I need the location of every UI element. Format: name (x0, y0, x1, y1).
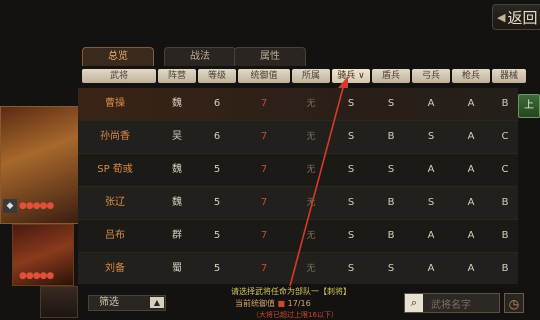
row-spear: A (467, 230, 475, 241)
row-camp: 群 (172, 230, 182, 241)
back-label: 返回 (507, 8, 538, 27)
row-camp: 魏 (172, 98, 182, 109)
row-name: 吕布 (105, 230, 125, 241)
cost-counter-value: 17/16 (287, 299, 311, 308)
search-placeholder: 武将名字 (431, 299, 471, 311)
row-shield: B (387, 131, 395, 142)
row-level: 5 (213, 230, 221, 241)
row-camp: 魏 (172, 197, 182, 208)
row-level: 5 (213, 164, 221, 175)
card-2-stars: ●●●●● (19, 271, 54, 281)
row-camp: 魏 (172, 164, 182, 175)
row-siege: C (501, 131, 509, 142)
selection-notice: 请选择武将任命为部队一【刺将】 (231, 287, 351, 296)
row-bow: A (427, 230, 435, 241)
row-level: 6 (213, 131, 221, 142)
row-name: 刘备 (105, 263, 125, 274)
column-header-siege[interactable]: 器械 (492, 69, 526, 83)
row-bow: A (427, 164, 435, 175)
filter-label: 筛选 (99, 297, 119, 308)
cost-counter: 当前统御值 ■ 17/16 (235, 298, 355, 309)
search-icon[interactable]: ⌕ (405, 294, 423, 312)
column-header-bow[interactable]: 弓兵 (412, 69, 450, 83)
cost-shield-icon: ■ (277, 299, 286, 308)
row-level: 5 (213, 263, 221, 274)
row-bow: A (427, 98, 435, 109)
row-name: 曹操 (105, 98, 125, 109)
tab-tactics[interactable]: 战法 (164, 47, 236, 66)
column-header-spear[interactable]: 枪兵 (452, 69, 490, 83)
row-bow: A (427, 263, 435, 274)
filter-toggle-arrow-icon[interactable]: ▲ (150, 297, 164, 308)
row-name: SP 荀彧 (97, 164, 133, 175)
row-shield: B (387, 230, 395, 241)
general-portrait-card[interactable]: ◆ ●●●●● (0, 106, 80, 224)
row-siege: B (501, 197, 509, 208)
clock-icon[interactable]: ◷ (504, 293, 524, 313)
row-shield: B (387, 197, 395, 208)
row-spear: A (467, 131, 475, 142)
row-name: 张辽 (105, 197, 125, 208)
tab-overview[interactable]: 总览 (82, 47, 154, 66)
row-spear: A (467, 197, 475, 208)
column-header-shield[interactable]: 盾兵 (372, 69, 410, 83)
row-bow: S (427, 197, 435, 208)
search-box[interactable]: ⌕ 武将名字 (404, 293, 500, 313)
tab-attributes[interactable]: 属性 (234, 47, 306, 66)
annotation-arrow (289, 76, 348, 287)
row-bow: S (427, 131, 435, 142)
row-shield: S (387, 164, 395, 175)
troop-type-icon: ◆ (3, 199, 17, 213)
cost-counter-label: 当前统御值 (235, 299, 275, 308)
row-spear: A (467, 263, 475, 274)
column-header-name[interactable]: 武将 (82, 69, 156, 83)
row-level: 5 (213, 197, 221, 208)
back-swirl-icon: ◀ (497, 10, 506, 24)
row-level: 6 (213, 98, 221, 109)
row-camp: 吴 (172, 131, 182, 142)
appoint-button[interactable]: 上 (518, 94, 540, 118)
row-name: 孙尚香 (100, 131, 130, 142)
row-spear: A (467, 98, 475, 109)
row-spear: A (467, 164, 475, 175)
row-camp: 蜀 (172, 263, 182, 274)
row-siege: B (501, 263, 509, 274)
general-portrait-card-2[interactable]: ●●●●● (12, 224, 74, 286)
row-siege: C (501, 164, 509, 175)
row-shield: S (387, 98, 395, 109)
general-portrait-card-3[interactable] (40, 286, 78, 318)
row-siege: B (501, 98, 509, 109)
back-button[interactable]: ◀ 返回 (492, 4, 540, 30)
column-header-level[interactable]: 等级 (198, 69, 236, 83)
column-header-camp[interactable]: 阵营 (158, 69, 196, 83)
cost-warning: （大将已超过上限16以下） (252, 311, 338, 319)
row-siege: B (501, 230, 509, 241)
card-stars: ●●●●● (19, 201, 54, 211)
row-shield: S (387, 263, 395, 274)
